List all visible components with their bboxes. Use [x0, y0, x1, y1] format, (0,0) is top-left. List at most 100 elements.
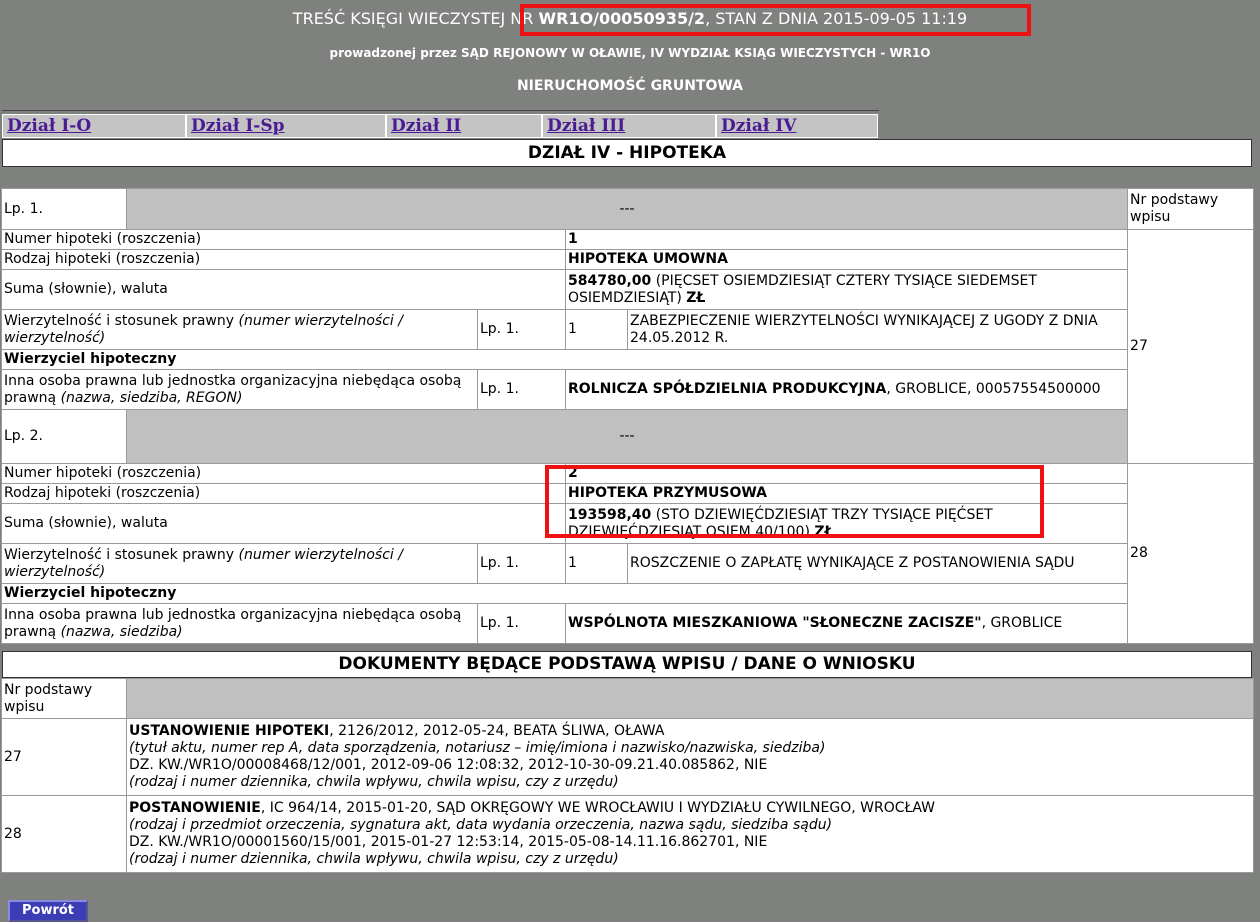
tab-dzial-i-o-link[interactable]: Dział I-O	[7, 116, 91, 136]
suma-value: 584780,00 (PIĘCSET OSIEMDZIESIĄT CZTERY …	[564, 269, 1129, 310]
osoba-value: ROLNICZA SPÓŁDZIELNIA PRODUKCYJNA, GROBL…	[564, 369, 1129, 410]
tab-dzial-iv-link[interactable]: Dział IV	[721, 116, 796, 136]
page-title: TREŚĆ KSIĘGI WIECZYSTEJ NR WR1O/00050935…	[0, 9, 1260, 28]
tab-dzial-iii[interactable]: Dział III	[542, 114, 716, 138]
suma-amount: 584780,00	[568, 272, 652, 289]
nr-podstawy-value: 27	[1127, 229, 1255, 464]
wierzytelnosc-label: Wierzytelność i stosunek prawny (numer w…	[1, 309, 478, 350]
numer-hipoteki-label: Numer hipoteki (roszczenia)	[1, 229, 566, 250]
back-button[interactable]: Powrót	[8, 900, 88, 922]
rodzaj-hipoteki-value: HIPOTEKA PRZYMUSOWA	[568, 485, 768, 501]
suma-currency: ZŁ	[814, 523, 834, 540]
osoba-name: ROLNICZA SPÓŁDZIELNIA PRODUKCYJNA	[568, 381, 887, 397]
inna-osoba-label: Inna osoba prawna lub jednostka organiza…	[1, 603, 478, 644]
court-subtitle: prowadzonej przez SĄD REJONOWY W OŁAWIE,…	[329, 46, 931, 60]
tab-dzial-i-sp[interactable]: Dział I-Sp	[186, 114, 386, 138]
wierzytelnosc-lp: Lp. 1.	[477, 309, 566, 350]
suma-amount: 193598,40	[568, 506, 652, 523]
table-row: Suma (słownie), waluta 193598,40 (STO DZ…	[1, 503, 1254, 544]
entry-lp: Lp. 1.	[1, 188, 127, 230]
section-tabs: Dział I-O Dział I-Sp Dział II Dział III …	[2, 110, 879, 139]
inna-osoba-label: Inna osoba prawna lub jednostka organiza…	[1, 369, 478, 410]
wierzytelnosc-label-text: Wierzytelność i stosunek prawny	[4, 546, 239, 563]
table-row: Suma (słownie), waluta 584780,00 (PIĘCSE…	[1, 269, 1254, 310]
documents-header-blank	[126, 678, 1254, 719]
tab-dzial-ii-link[interactable]: Dział II	[391, 116, 461, 136]
document-desc: (rodzaj i przedmiot orzeczenia, sygnatur…	[129, 817, 833, 833]
title-suffix: , STAN Z DNIA 2015-09-05 11:19	[705, 9, 968, 28]
table-row: Rodzaj hipoteki (roszczenia) HIPOTEKA UM…	[1, 249, 1254, 270]
osoba-lp: Lp. 1.	[477, 369, 566, 410]
table-row: 28 POSTANOWIENIE, IC 964/14, 2015-01-20,…	[1, 795, 1254, 873]
hipoteka-table: Lp. 1. --- Nr podstawy wpisu Numer hipot…	[0, 188, 1255, 644]
inna-osoba-label-hint: (nazwa, siedziba, REGON)	[60, 389, 243, 406]
entry-header-row: Lp. 1. --- Nr podstawy wpisu	[1, 188, 1255, 230]
table-row: Wierzytelność i stosunek prawny (numer w…	[1, 309, 1254, 350]
nr-podstawy-label: Nr podstawy wpisu	[1, 678, 127, 719]
rodzaj-hipoteki-label: Rodzaj hipoteki (roszczenia)	[1, 249, 566, 270]
nr-podstawy-value: 28	[1127, 463, 1255, 644]
title-prefix: TREŚĆ KSIĘGI WIECZYSTEJ NR	[292, 9, 539, 28]
wierzytelnosc-lp: Lp. 1.	[477, 543, 566, 584]
wierzytelnosc-label-text: Wierzytelność i stosunek prawny	[4, 312, 239, 329]
numer-hipoteki-value: 2	[568, 465, 578, 481]
documents-header-row: Nr podstawy wpisu	[1, 678, 1254, 719]
wierzytelnosc-label: Wierzytelność i stosunek prawny (numer w…	[1, 543, 478, 584]
documents-title: DOKUMENTY BĘDĄCE PODSTAWĄ WPISU / DANE O…	[2, 651, 1252, 678]
suma-label: Suma (słownie), waluta	[1, 269, 566, 310]
table-row: Wierzytelność i stosunek prawny (numer w…	[1, 543, 1254, 584]
tab-dzial-i-o[interactable]: Dział I-O	[2, 114, 186, 138]
document-nr: 28	[1, 795, 127, 873]
property-type: NIERUCHOMOŚĆ GRUNTOWA	[516, 78, 744, 94]
osoba-rest: , GROBLICE	[981, 615, 1063, 631]
entry-lp: Lp. 2.	[1, 409, 127, 464]
tab-dzial-i-sp-link[interactable]: Dział I-Sp	[191, 116, 285, 136]
osoba-lp: Lp. 1.	[477, 603, 566, 644]
documents-table: Nr podstawy wpisu 27 USTANOWIENIE HIPOTE…	[1, 678, 1254, 873]
inna-osoba-label-hint: (nazwa, siedziba)	[60, 623, 183, 640]
document-desc: (tytuł aktu, numer rep A, data sporządze…	[129, 740, 826, 756]
table-row: Numer hipoteki (roszczenia) 1 27	[1, 229, 1255, 464]
document-desc2: (rodzaj i numer dziennika, chwila wpływu…	[129, 774, 619, 790]
document-nr: 27	[1, 718, 127, 796]
numer-hipoteki-value: 1	[568, 231, 578, 247]
wierzytelnosc-nr: 1	[565, 309, 628, 350]
document-dz: DZ. KW./WR1O/00008468/12/001, 2012-09-06…	[129, 757, 768, 773]
table-row: 27 USTANOWIENIE HIPOTEKI, 2126/2012, 201…	[1, 718, 1254, 796]
table-row: Numer hipoteki (roszczenia) 2 28	[1, 463, 1255, 644]
document-details: POSTANOWIENIE, IC 964/14, 2015-01-20, SĄ…	[126, 795, 1254, 873]
entry-dashes: ---	[125, 188, 1129, 230]
osoba-rest: , GROBLICE, 00057554500000	[886, 381, 1101, 397]
suma-currency: ZŁ	[686, 289, 706, 306]
osoba-name: WSPÓLNOTA MIESZKANIOWA "SŁONECZNE ZACISZ…	[568, 615, 982, 631]
kw-number: WR1O/00050935/2	[538, 9, 706, 28]
table-row: Inna osoba prawna lub jednostka organiza…	[1, 603, 1254, 644]
document-dz: DZ. KW./WR1O/00001560/15/001, 2015-01-27…	[129, 834, 768, 850]
rodzaj-hipoteki-value: HIPOTEKA UMOWNA	[568, 251, 728, 267]
tab-dzial-ii[interactable]: Dział II	[386, 114, 542, 138]
document-details: USTANOWIENIE HIPOTEKI, 2126/2012, 2012-0…	[126, 718, 1254, 796]
document-title: USTANOWIENIE HIPOTEKI	[129, 723, 330, 739]
document-title-rest: , 2126/2012, 2012-05-24, BEATA ŚLIWA, OŁ…	[329, 723, 665, 739]
table-row: Wierzyciel hipoteczny	[0, 583, 1254, 604]
table-row: Inna osoba prawna lub jednostka organiza…	[1, 369, 1254, 410]
document-title: POSTANOWIENIE	[129, 800, 261, 816]
wierzytelnosc-text: ZABEZPIECZENIE WIERZYTELNOŚCI WYNIKAJĄCE…	[626, 309, 1129, 350]
osoba-value: WSPÓLNOTA MIESZKANIOWA "SŁONECZNE ZACISZ…	[564, 603, 1129, 644]
tab-dzial-iii-link[interactable]: Dział III	[547, 116, 625, 136]
section-title: DZIAŁ IV - HIPOTEKA	[2, 139, 1252, 167]
document-desc2: (rodzaj i numer dziennika, chwila wpływu…	[129, 851, 619, 867]
document-title-rest: , IC 964/14, 2015-01-20, SĄD OKRĘGOWY WE…	[260, 800, 936, 816]
suma-label: Suma (słownie), waluta	[1, 503, 566, 544]
nr-podstawy-label: Nr podstawy wpisu	[1127, 188, 1255, 230]
entry-dashes: ---	[125, 409, 1129, 464]
suma-value: 193598,40 (STO DZIEWIĘĆDZIESIĄT TRZY TYS…	[564, 503, 1129, 544]
tab-dzial-iv[interactable]: Dział IV	[716, 114, 878, 138]
rodzaj-hipoteki-label: Rodzaj hipoteki (roszczenia)	[1, 483, 566, 504]
wierzytelnosc-nr: 1	[565, 543, 628, 584]
table-row: Rodzaj hipoteki (roszczenia) HIPOTEKA PR…	[1, 483, 1254, 504]
table-row: Wierzyciel hipoteczny	[0, 349, 1254, 370]
numer-hipoteki-label: Numer hipoteki (roszczenia)	[1, 463, 566, 484]
entry-header-row: Lp. 2. --- Nr podstawy wpisu	[1, 409, 1254, 464]
wierzyciel-label: Wierzyciel hipoteczny	[4, 351, 177, 367]
